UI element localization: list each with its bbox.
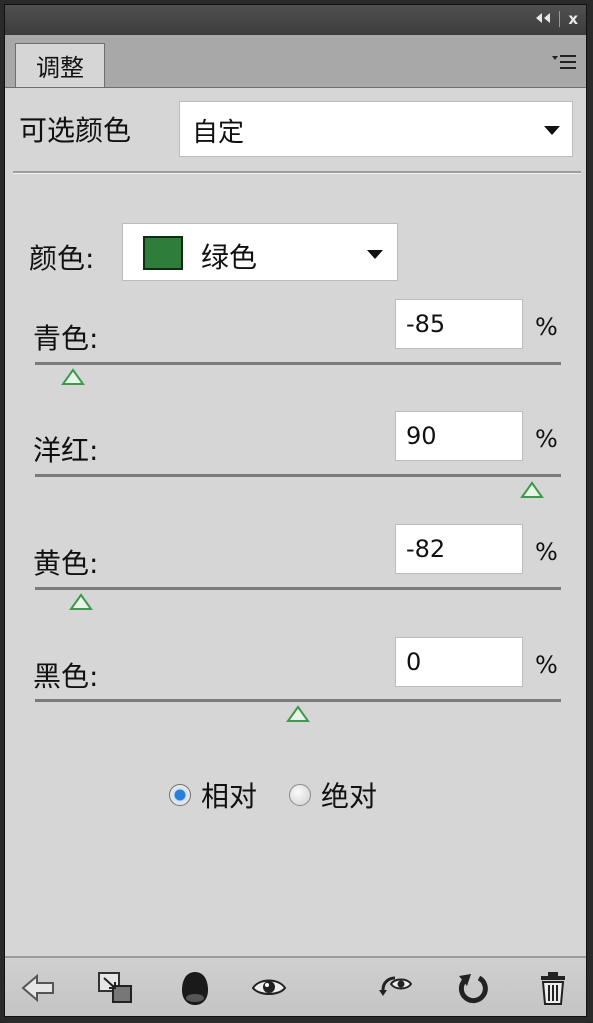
color-dropdown[interactable]: 绿色 (122, 223, 398, 281)
clip-to-layer-icon[interactable] (95, 968, 135, 1008)
panel-menu-icon[interactable] (552, 53, 576, 71)
magenta-slider-thumb[interactable] (520, 481, 544, 499)
chevron-down-icon (367, 250, 383, 259)
cyan-input[interactable]: -85 (395, 299, 523, 349)
preset-value: 自定 (192, 118, 245, 148)
double-left-arrow-icon[interactable] (535, 10, 551, 28)
view-previous-icon[interactable] (375, 968, 415, 1008)
magenta-label: 洋红: (33, 434, 99, 467)
color-value: 绿色 (201, 241, 258, 274)
yellow-unit: % (535, 538, 558, 566)
close-icon[interactable]: x (568, 10, 578, 28)
method-radio-group: 相对 绝对 (169, 775, 377, 815)
tab-bar: 调整 (5, 35, 586, 88)
black-slider-thumb[interactable] (286, 705, 310, 723)
yellow-input[interactable]: -82 (395, 524, 523, 574)
visibility-mask-icon[interactable] (175, 968, 215, 1008)
relative-radio[interactable] (169, 784, 191, 806)
magenta-input[interactable]: 90 (395, 411, 523, 461)
adjustments-panel: x 调整 可选颜色 自定 颜色: 绿色 青色: -85 % 洋红: 90 % 黄… (4, 4, 587, 1017)
eye-icon[interactable] (249, 968, 289, 1008)
black-unit: % (535, 651, 558, 679)
relative-label[interactable]: 相对 (201, 775, 257, 815)
divider (13, 171, 581, 174)
yellow-slider-thumb[interactable] (69, 593, 93, 611)
magenta-unit: % (535, 425, 558, 453)
preset-dropdown[interactable]: 自定 (179, 101, 573, 157)
yellow-slider-track[interactable] (35, 587, 561, 590)
cyan-label: 青色: (33, 322, 99, 355)
panel-titlebar: x (5, 5, 586, 36)
black-slider-track[interactable] (35, 699, 561, 702)
absolute-label[interactable]: 绝对 (321, 775, 377, 815)
back-arrow-icon[interactable] (19, 968, 59, 1008)
tab-adjustments[interactable]: 调整 (15, 43, 105, 87)
trash-icon[interactable] (533, 968, 573, 1008)
black-input[interactable]: 0 (395, 637, 523, 687)
cyan-unit: % (535, 313, 558, 341)
cyan-slider-track[interactable] (35, 362, 561, 365)
color-label: 颜色: (29, 242, 95, 275)
adjustment-type-label: 可选颜色 (19, 114, 132, 147)
color-swatch (143, 236, 183, 270)
black-label: 黑色: (33, 660, 99, 693)
bottom-toolbar (5, 956, 586, 1016)
magenta-slider-track[interactable] (35, 474, 561, 477)
cyan-slider-thumb[interactable] (61, 368, 85, 386)
chevron-down-icon (544, 126, 560, 135)
titlebar-divider (559, 11, 561, 27)
absolute-radio[interactable] (289, 784, 312, 806)
yellow-label: 黄色: (33, 547, 99, 580)
reset-icon[interactable] (453, 968, 493, 1008)
